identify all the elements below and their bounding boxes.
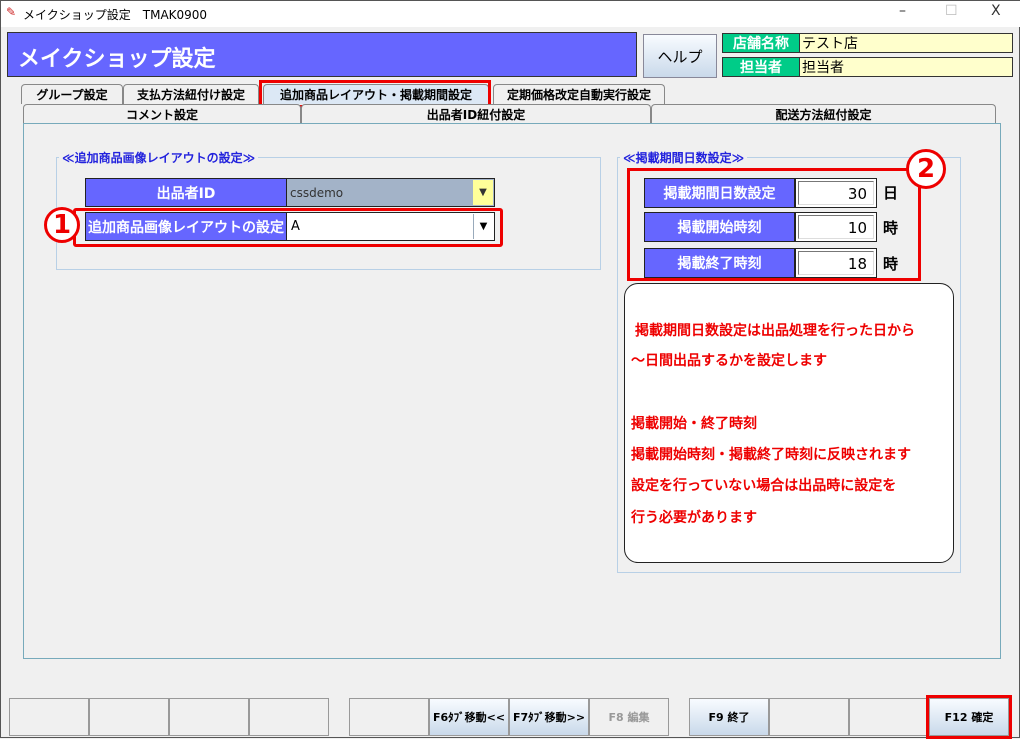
note-line: 掲載開始・終了時刻 (631, 416, 757, 432)
seller-id-label: 出品者ID (85, 178, 287, 207)
note-line: 行う必要があります (631, 510, 757, 526)
tab-shipping[interactable]: 配送方法紐付設定 (651, 104, 996, 124)
tab-group-settings[interactable]: グループ設定 (21, 84, 123, 104)
f8-edit-button[interactable]: F8 編集 (589, 698, 669, 736)
period-group-legend: ≪掲載期間日数設定≫ (620, 149, 748, 166)
seller-id-value: cssdemo (290, 185, 344, 200)
tab-periodic-price[interactable]: 定期価格改定自動実行設定 (493, 84, 665, 104)
fkey-2[interactable] (89, 698, 169, 736)
f9-exit-button[interactable]: F9 終了 (689, 698, 769, 736)
close-button[interactable]: X (991, 3, 1001, 19)
note-line: 掲載開始時刻・掲載終了時刻に反映されます (631, 447, 911, 463)
f6-prev-tab-button[interactable]: F6ﾀﾌﾞ移動<< (429, 698, 509, 736)
page-title: メイクショップ設定 (7, 32, 637, 77)
f7-next-tab-button[interactable]: F7ﾀﾌﾞ移動>> (509, 698, 589, 736)
window-title: メイクショップ設定 TMAK0900 (23, 7, 208, 22)
highlight-box-2 (627, 168, 921, 281)
title-bar: ✎ メイクショップ設定 TMAK0900 – ☐ X (1, 1, 1020, 27)
note-line: 設定を行っていない場合は出品時に設定を (631, 478, 897, 494)
store-name-value: テスト店 (799, 33, 1013, 53)
fkey-3[interactable] (169, 698, 249, 736)
maximize-button[interactable]: ☐ (945, 3, 958, 19)
note-line: ～日間出品するかを設定します (631, 353, 827, 369)
tab-payment-mapping[interactable]: 支払方法紐付け設定 (123, 84, 259, 104)
chevron-down-icon[interactable]: ▼ (473, 180, 493, 205)
note-line: 掲載期間日数設定は出品処理を行った日から (635, 323, 915, 339)
fkey-4[interactable] (249, 698, 329, 736)
fkey-1[interactable] (9, 698, 89, 736)
fkey-11[interactable] (849, 698, 929, 736)
staff-label: 担当者 (722, 57, 800, 77)
layout-group-legend: ≪追加商品画像レイアウトの設定≫ (59, 149, 259, 166)
marker-2: 2 (906, 149, 946, 189)
highlight-box-f12 (926, 695, 1012, 739)
minimize-button[interactable]: – (899, 3, 906, 19)
seller-id-select[interactable]: cssdemo ▼ (286, 178, 495, 207)
highlight-box-1 (73, 208, 503, 247)
tab-seller-id[interactable]: 出品者ID紐付設定 (301, 104, 651, 124)
help-button[interactable]: ヘルプ (643, 34, 717, 78)
fkey-10[interactable] (769, 698, 849, 736)
tab-comment[interactable]: コメント設定 (23, 104, 301, 124)
fkey-5[interactable] (349, 698, 429, 736)
help-note: 掲載期間日数設定は出品処理を行った日から ～日間出品するかを設定します 掲載開始… (624, 283, 954, 563)
store-name-label: 店舗名称 (722, 33, 800, 53)
app-icon: ✎ (6, 5, 17, 19)
marker-1: 1 (44, 207, 80, 243)
staff-value: 担当者 (799, 57, 1013, 77)
